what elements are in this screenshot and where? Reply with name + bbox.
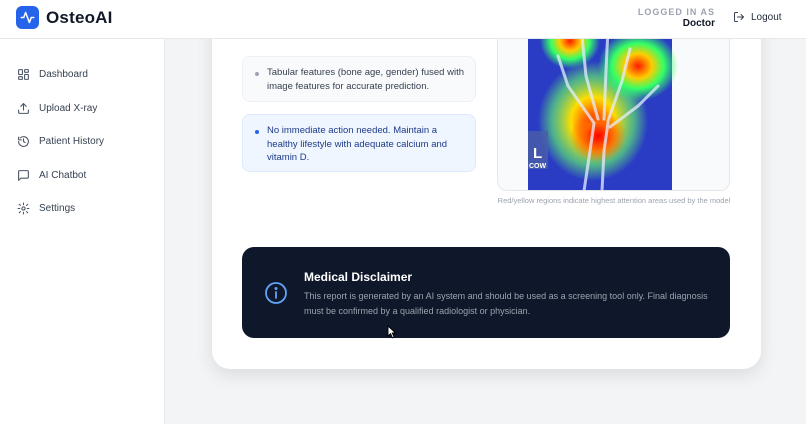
sidebar-item-label: Settings <box>39 203 76 214</box>
info-icon <box>264 281 288 310</box>
chat-icon <box>18 170 29 181</box>
sidebar-item-label: Dashboard <box>39 69 88 80</box>
grid-icon <box>18 69 29 80</box>
app-brand-name[interactable]: OsteoAI <box>46 8 113 28</box>
sidebar-item-settings[interactable]: Settings <box>17 202 75 215</box>
disclaimer-text: This report is generated by an AI system… <box>304 291 708 316</box>
mouse-cursor-icon <box>387 324 397 344</box>
upload-icon <box>18 103 29 114</box>
recommendation-text: No immediate action needed. Maintain a h… <box>267 125 448 163</box>
sidebar: Dashboard Upload X-ray Patient History A… <box>0 39 165 424</box>
logout-label: Logout <box>751 11 782 23</box>
logout-icon <box>734 12 744 22</box>
bullet-dot <box>255 72 259 76</box>
logged-in-label: LOGGED IN AS <box>637 7 715 17</box>
top-header: OsteoAI LOGGED IN AS Doctor Logout <box>0 0 806 39</box>
sidebar-item-ai-chatbot[interactable]: AI Chatbot <box>17 169 86 182</box>
xray-marker-letter: L <box>533 145 542 162</box>
logged-in-role: Doctor <box>682 18 715 29</box>
gear-icon <box>17 202 30 215</box>
feature-fusion-note: Tabular features (bone age, gender) fuse… <box>242 56 476 102</box>
bullet-dot <box>255 130 259 134</box>
sidebar-item-upload-xray[interactable]: Upload X-ray <box>17 102 97 115</box>
history-icon <box>18 136 29 147</box>
sidebar-item-patient-history[interactable]: Patient History <box>17 135 104 148</box>
sidebar-item-label: AI Chatbot <box>39 170 87 181</box>
feature-fusion-text: Tabular features (bone age, gender) fuse… <box>267 67 464 92</box>
disclaimer-title: Medical Disclaimer <box>304 270 413 284</box>
sidebar-item-label: Upload X-ray <box>39 103 98 114</box>
recommendation-box: No immediate action needed. Maintain a h… <box>242 114 476 172</box>
activity-pulse-icon[interactable] <box>16 6 39 29</box>
sidebar-item-dashboard[interactable]: Dashboard <box>17 68 88 81</box>
logout-button[interactable]: Logout <box>733 11 782 23</box>
sidebar-item-label: Patient History <box>39 136 105 147</box>
heatmap-caption: Red/yellow regions indicate highest atte… <box>497 196 731 205</box>
xray-marker-sub: COW <box>529 163 547 170</box>
